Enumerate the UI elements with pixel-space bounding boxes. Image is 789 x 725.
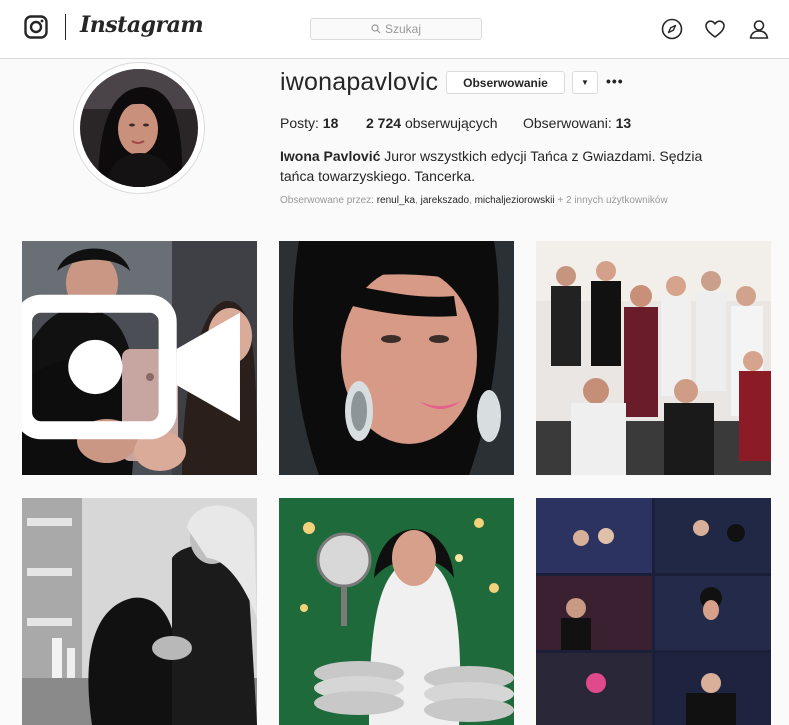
logo-divider: [65, 14, 66, 40]
post-image: [536, 241, 771, 475]
post-thumbnail[interactable]: [22, 241, 257, 475]
followed-by-others[interactable]: + 2 innych użytkowników: [557, 195, 667, 206]
profile-username: iwonapavlovic: [280, 68, 439, 96]
post-thumbnail[interactable]: [279, 498, 514, 725]
compass-icon[interactable]: [661, 18, 683, 40]
posts-count: Posty: 18: [280, 115, 338, 131]
search-placeholder: Szukaj: [384, 22, 422, 36]
search-icon: [371, 24, 381, 34]
post-image: [279, 498, 514, 725]
user-icon[interactable]: [748, 18, 770, 40]
chevron-down-icon: ▼: [581, 78, 589, 87]
followed-by-line: Obserwowane przez: renul_ka, jarekszado,…: [280, 195, 668, 206]
instagram-logo-icon[interactable]: [24, 15, 48, 39]
more-options-icon[interactable]: •••: [606, 73, 624, 89]
following-value: 13: [615, 115, 632, 131]
following-count[interactable]: Obserwowani: 13: [523, 115, 631, 131]
heart-icon[interactable]: [704, 18, 726, 40]
post-thumbnail[interactable]: [536, 241, 771, 475]
video-camera-icon: [22, 294, 240, 440]
posts-value: 18: [322, 115, 339, 131]
instagram-wordmark[interactable]: Instagram: [80, 12, 204, 38]
suggestions-dropdown-button[interactable]: ▼: [572, 71, 598, 94]
posts-label: Posty:: [280, 115, 319, 131]
post-image: [22, 498, 257, 725]
followed-by-user-link[interactable]: michaljeziorowskii: [475, 195, 555, 206]
post-thumbnail[interactable]: [279, 241, 514, 475]
search-input[interactable]: Szukaj: [310, 18, 482, 40]
following-label: Obserwowani:: [523, 115, 612, 131]
post-thumbnail[interactable]: [536, 498, 771, 725]
followed-by-user-link[interactable]: jarekszado: [421, 195, 469, 206]
followers-count[interactable]: 2 724 obserwujących: [366, 115, 498, 131]
post-image: [536, 498, 771, 725]
post-image: [279, 241, 514, 475]
bio-full-name: Iwona Pavlović: [280, 148, 381, 164]
followed-by-prefix: Obserwowane przez:: [280, 195, 374, 206]
post-thumbnail[interactable]: [22, 498, 257, 725]
followers-label: obserwujących: [404, 115, 498, 131]
followers-value: 2 724: [366, 115, 402, 131]
profile-bio: Iwona Pavlović Juror wszystkich edycji T…: [280, 146, 730, 186]
following-button[interactable]: Obserwowanie: [446, 71, 565, 94]
top-navigation-bar: Instagram Szukaj: [0, 0, 789, 59]
avatar[interactable]: [80, 69, 198, 187]
followed-by-user-link[interactable]: renul_ka: [377, 195, 415, 206]
